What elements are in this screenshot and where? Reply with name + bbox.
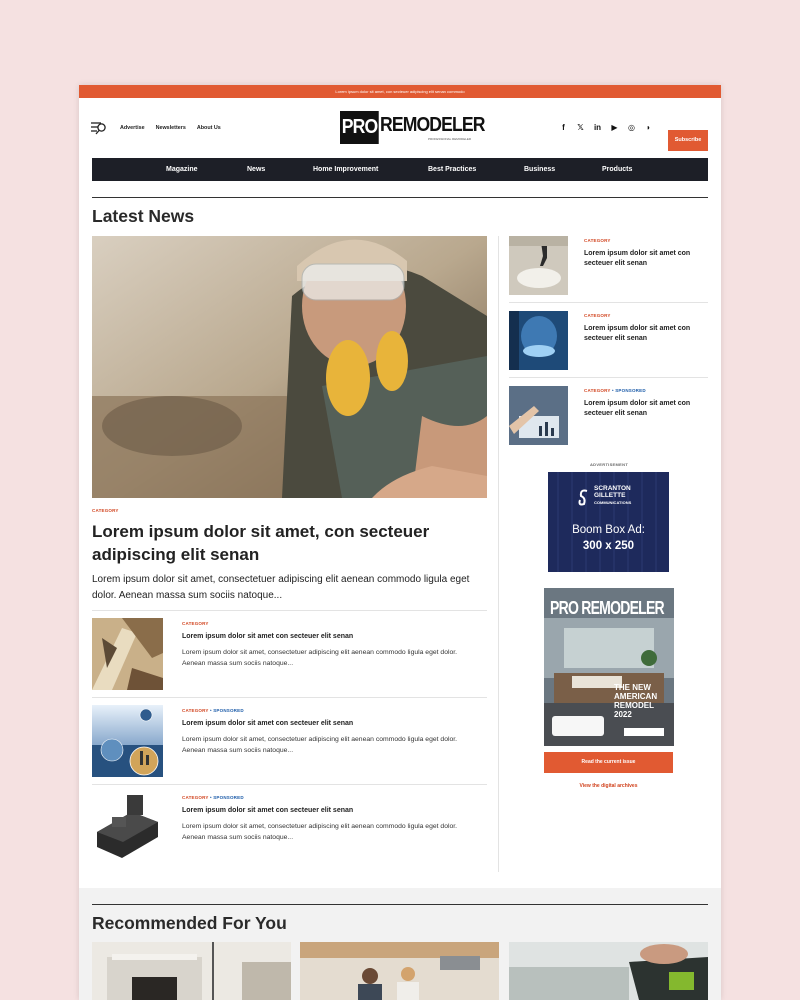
announcement-bar: Lorem ipsum dolor sit amet, con secteuer… [79,85,721,98]
menu-search-icon[interactable] [91,120,107,136]
category-label: CATEGORY [182,795,209,800]
divider [509,302,708,303]
list-item-image[interactable] [92,792,163,864]
recommended-heading: Recommended For You [92,913,287,933]
ad-text-line1: Boom Box Ad: [572,524,645,536]
util-link-about[interactable]: About Us [197,125,221,131]
list-item-category[interactable]: CATEGORY • SPONSORED [182,795,244,800]
divider [92,610,487,611]
hero-title[interactable]: Lorem ipsum dolor sit amet, con secteuer… [92,521,472,566]
sidebar-item-image[interactable] [509,311,568,370]
nav-item-magazine[interactable]: Magazine [166,158,198,181]
list-item-excerpt: Lorem ipsum dolor sit amet, consectetuer… [182,649,458,667]
section-divider [92,197,708,198]
category-label: CATEGORY [182,621,209,626]
site-header: Advertise Newsletters About Us PRO REMOD… [79,98,721,159]
site-logo[interactable]: PRO REMODELER PROFESSIONAL REMODELER [340,111,499,144]
instagram-icon[interactable]: ◎ [627,123,636,132]
ad-brand: SCRANTON GILLETTE COMMUNICATIONS [594,485,631,506]
sidebar-item-image[interactable] [509,236,568,295]
main-nav: Magazine News Home Improvement Best Prac… [92,158,708,181]
ad-brand-line: GILLETTE [594,492,626,499]
magazine-headline: THE NEW AMERICAN REMODEL 2022 [614,683,658,719]
list-item-title[interactable]: Lorem ipsum dolor sit amet con secteuer … [182,719,353,729]
logo-remodeler: REMODELER [380,114,485,136]
util-link-advertise[interactable]: Advertise [120,125,145,131]
divider [92,697,487,698]
sidebar-item-title[interactable]: Lorem ipsum dolor sit amet con secteuer … [584,249,699,269]
category-label: CATEGORY [584,238,611,243]
read-current-issue-button[interactable]: Read the current issue [544,752,673,773]
hero-category-label: CATEGORY [92,508,119,513]
magazine-title: PRO REMODELER [550,598,665,619]
hero-category[interactable]: CATEGORY [92,508,119,513]
magazine-title-rem: REMODELER [581,598,664,618]
latest-news-heading: Latest News [92,206,195,226]
section-divider [92,904,708,905]
divider [509,377,708,378]
list-item-image[interactable] [92,705,163,777]
sidebar-item-image[interactable] [509,386,568,445]
nav-item-business[interactable]: Business [524,158,555,181]
sponsored-label: • SPONSORED [209,708,244,713]
subscribe-button[interactable]: Subscribe [668,130,708,151]
magazine-title-pro: PRO [550,598,579,618]
sidebar-item-category[interactable]: CATEGORY [584,238,611,243]
nav-item-best-practices[interactable]: Best Practices [428,158,476,181]
column-divider [498,236,499,872]
youtube-icon[interactable]: ▶ [610,123,619,132]
divider [92,784,487,785]
sidebar-item-title[interactable]: Lorem ipsum dolor sit amet con secteuer … [584,399,699,419]
category-label: CATEGORY [584,388,611,393]
social-links: f 𝕏 in ▶ ◎ ◗ [559,123,653,132]
sponsored-label: • SPONSORED [209,795,244,800]
list-item-image[interactable] [92,618,163,690]
logo-tagline: PROFESSIONAL REMODELER [428,137,472,141]
hero-excerpt: Lorem ipsum dolor sit amet, consectetuer… [92,574,470,601]
util-link-newsletters[interactable]: Newsletters [156,125,186,131]
magazine-cover[interactable]: PRO REMODELER THE NEW AMERICAN REMODEL 2… [544,588,674,746]
page: Lorem ipsum dolor sit amet, con secteuer… [79,85,721,1000]
list-item-title[interactable]: Lorem ipsum dolor sit amet con secteuer … [182,632,353,642]
ad-text-line2: 300 x 250 [582,540,635,552]
nav-item-products[interactable]: Products [602,158,632,181]
ad-brand-line: SCRANTON [594,485,631,492]
boom-box-ad[interactable]: SCRANTON GILLETTE COMMUNICATIONS Boom Bo… [548,472,669,572]
recommended-card-image[interactable] [300,942,499,1000]
sponsored-label: • SPONSORED [611,388,646,393]
nav-item-home-improvement[interactable]: Home Improvement [313,158,378,181]
utility-nav: Advertise Newsletters About Us [120,125,221,131]
linkedin-icon[interactable]: in [593,123,602,132]
recommended-card-image[interactable] [92,942,291,1000]
logo-pro: PRO [340,111,380,144]
list-item-category[interactable]: CATEGORY [182,621,209,626]
rss-icon[interactable]: ◗ [644,123,653,132]
nav-item-news[interactable]: News [247,158,265,181]
category-label: CATEGORY [584,313,611,318]
list-item-title[interactable]: Lorem ipsum dolor sit amet con secteuer … [182,806,353,816]
list-item-excerpt: Lorem ipsum dolor sit amet, consectetuer… [182,823,458,841]
sidebar-item-title[interactable]: Lorem ipsum dolor sit amet con secteuer … [584,324,699,344]
hero-image[interactable] [92,236,487,498]
sidebar-item-category[interactable]: CATEGORY [584,313,611,318]
facebook-icon[interactable]: f [559,123,568,132]
advertisement-label: ADVERTISEMENT [589,462,629,467]
category-label: CATEGORY [182,708,209,713]
ad-brand-line: COMMUNICATIONS [594,500,632,505]
twitter-icon[interactable]: 𝕏 [576,123,585,132]
recommended-card-image[interactable] [509,942,708,1000]
list-item-category[interactable]: CATEGORY • SPONSORED [182,708,244,713]
sidebar-item-category[interactable]: CATEGORY • SPONSORED [584,388,646,393]
list-item-excerpt: Lorem ipsum dolor sit amet, consectetuer… [182,736,458,754]
digital-archives-link[interactable]: View the digital archives [544,783,673,789]
